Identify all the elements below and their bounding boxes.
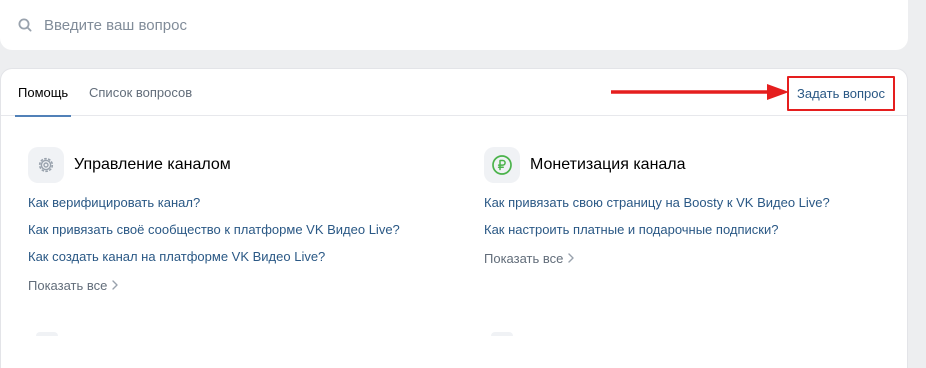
search-input[interactable] [44, 16, 744, 34]
help-link[interactable]: Как привязать свою страницу на Boosty к … [484, 195, 830, 222]
help-link[interactable]: Как настроить платные и подарочные подпи… [484, 222, 830, 249]
tab-question-list[interactable]: Список вопросов [89, 69, 192, 116]
search-bar[interactable] [0, 0, 908, 50]
tab-bar: Помощь Список вопросов Задать вопрос [1, 69, 907, 117]
help-link[interactable]: Как привязать своё сообщество к платформ… [28, 222, 400, 249]
help-link[interactable]: Как создать канал на платформе VK Видео … [28, 249, 400, 276]
section-monetization: Монетизация канала Как привязать свою ст… [484, 147, 830, 267]
next-section-icon [36, 332, 58, 336]
section-channel-management: Управление каналом Как верифицировать ка… [28, 147, 400, 294]
search-icon [18, 18, 32, 32]
gear-icon [28, 147, 64, 183]
ruble-icon [484, 147, 520, 183]
help-card: Помощь Список вопросов Задать вопрос Упр… [0, 68, 908, 368]
tab-help[interactable]: Помощь [14, 69, 72, 117]
chevron-right-icon [112, 280, 119, 290]
section-title: Монетизация канала [530, 156, 686, 173]
show-all-label: Показать все [28, 277, 108, 293]
next-section-icon [491, 332, 513, 336]
show-all-link[interactable]: Показать все [484, 249, 830, 267]
chevron-right-icon [568, 253, 575, 263]
help-link[interactable]: Как верифицировать канал? [28, 195, 400, 222]
section-title: Управление каналом [74, 156, 231, 173]
show-all-link[interactable]: Показать все [28, 276, 400, 294]
ask-question-button[interactable]: Задать вопрос [787, 76, 895, 111]
show-all-label: Показать все [484, 250, 564, 266]
red-arrow-annotation [611, 84, 789, 100]
